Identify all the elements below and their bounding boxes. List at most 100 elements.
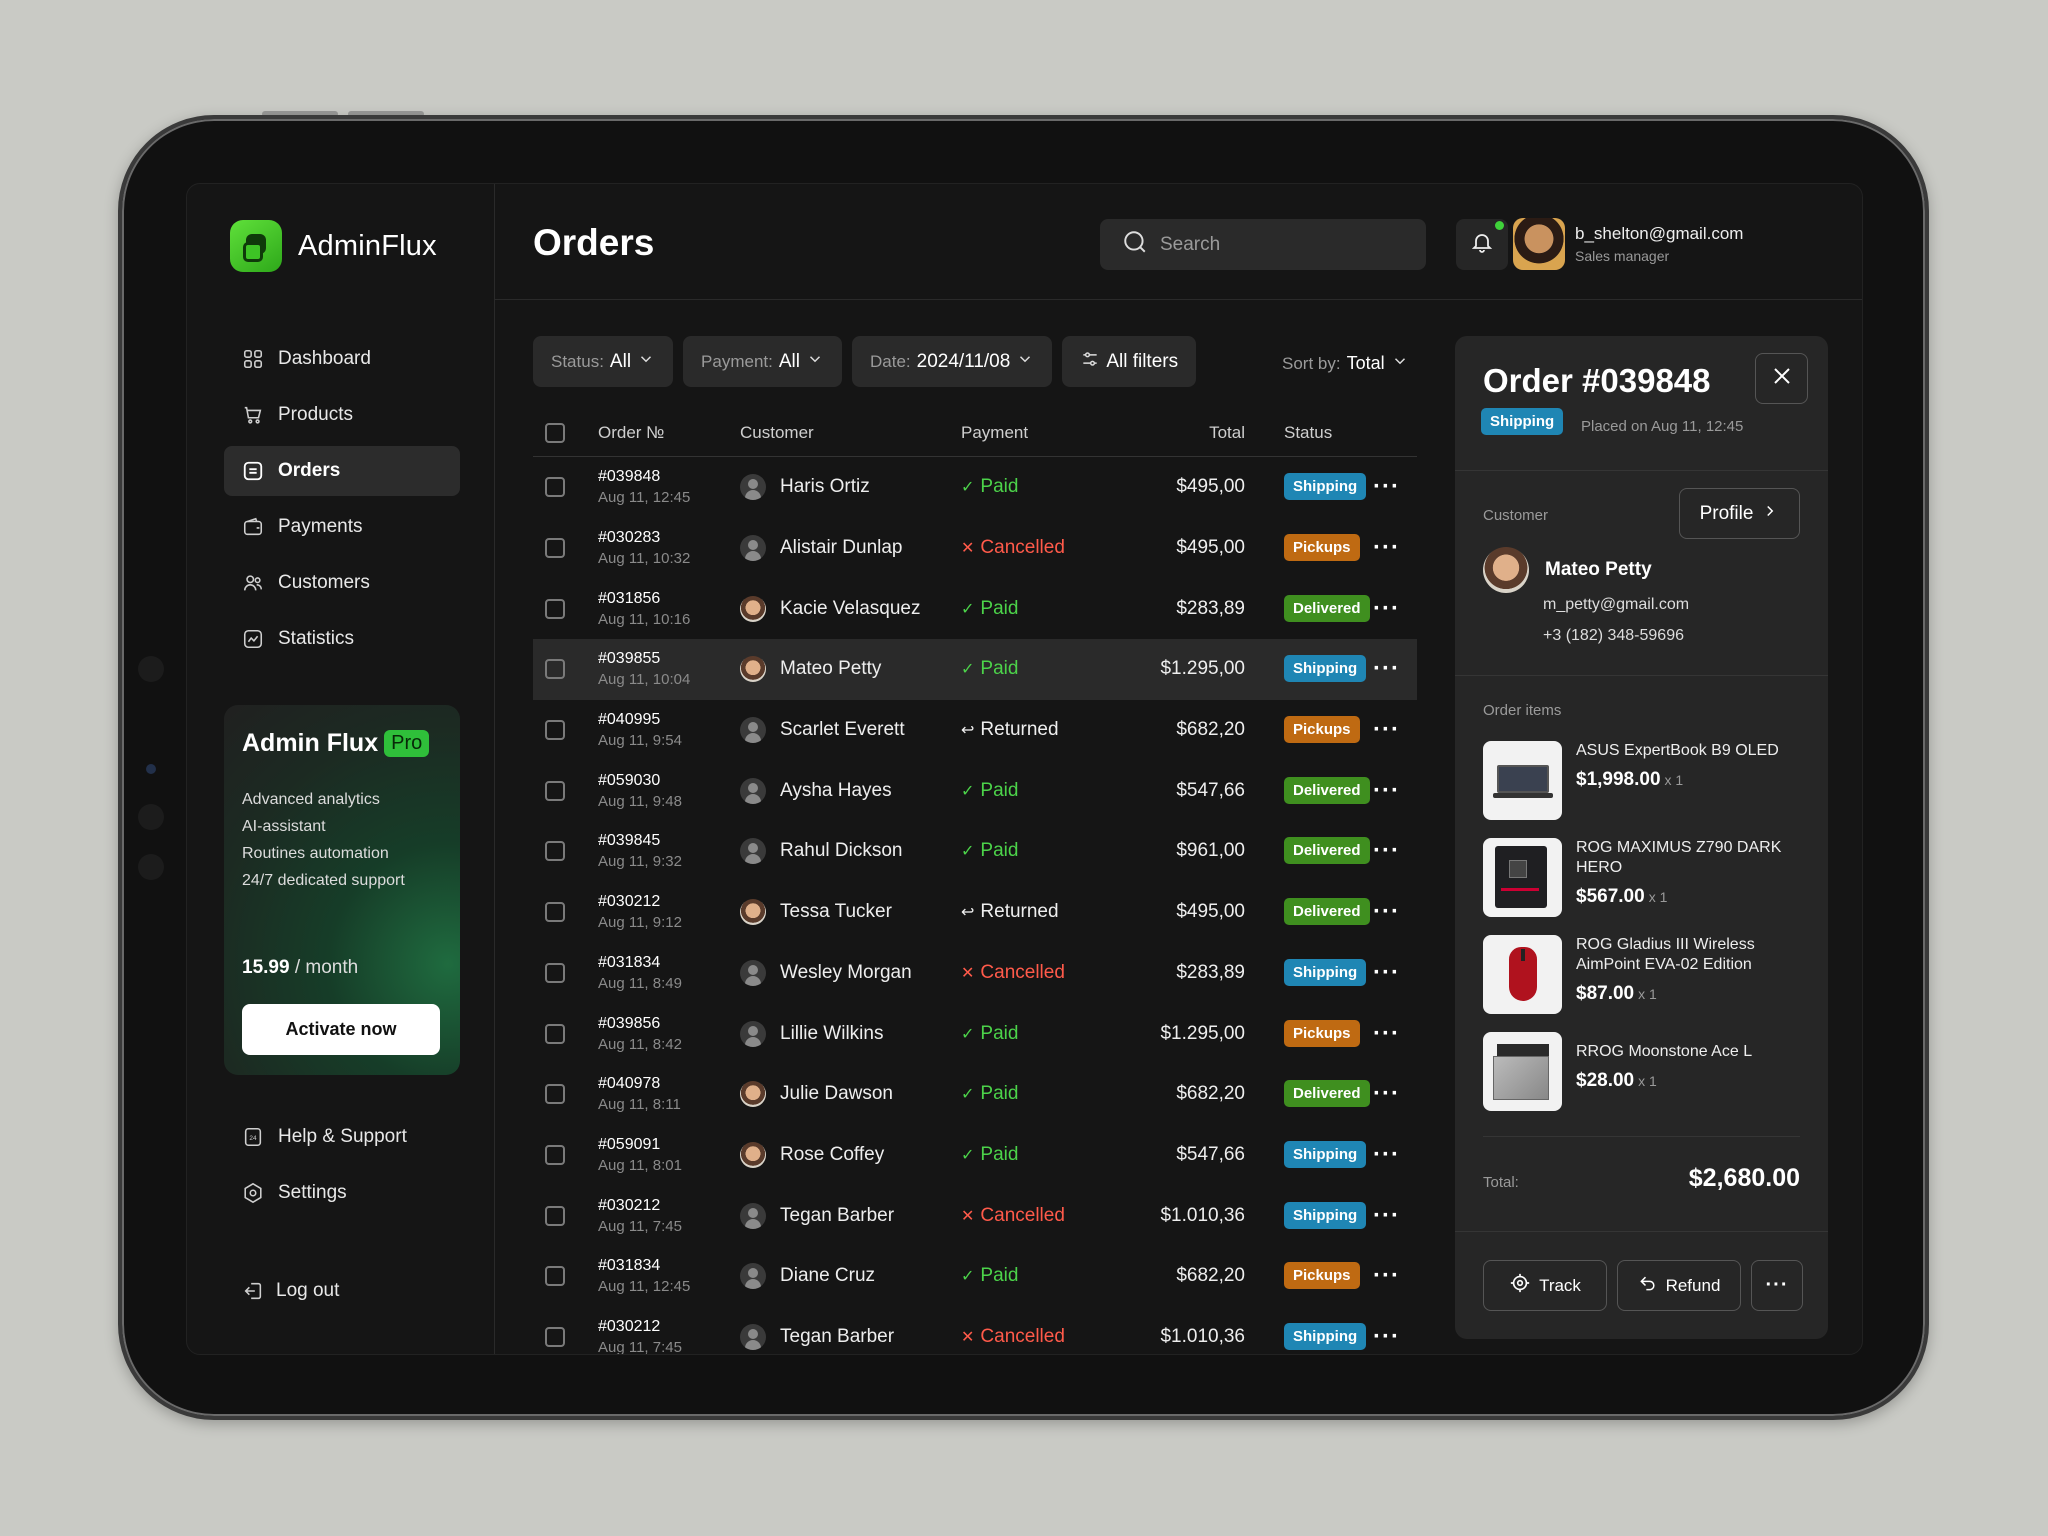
table-row[interactable]: #059091 Aug 11, 8:01 Rose Coffey ✓ Paid $547,… xyxy=(533,1125,1417,1186)
row-checkbox[interactable] xyxy=(545,659,565,680)
column-header-order[interactable]: Order № xyxy=(598,423,664,443)
column-header-total[interactable]: Total xyxy=(1073,423,1245,443)
row-checkbox[interactable] xyxy=(545,1266,565,1287)
table-row[interactable]: #031856 Aug 11, 10:16 Kacie Velasquez ✓ Paid… xyxy=(533,578,1417,639)
more-icon[interactable]: ··· xyxy=(1373,1323,1400,1351)
row-checkbox[interactable] xyxy=(545,1326,565,1347)
row-checkbox[interactable] xyxy=(545,598,565,619)
table-row[interactable]: #039855 Aug 11, 10:04 Mateo Petty ✓ Paid $1.2… xyxy=(533,639,1417,700)
payment-filter[interactable]: Payment: All xyxy=(683,336,842,387)
table-row[interactable]: #039848 Aug 11, 12:45 Haris Ortiz ✓ Paid $495… xyxy=(533,457,1417,518)
more-icon[interactable]: ··· xyxy=(1373,898,1400,926)
table-row[interactable]: #030212 Aug 11, 7:45 Tegan Barber ✕ Cancelle… xyxy=(533,1307,1417,1354)
avatar xyxy=(740,1020,766,1047)
table-row[interactable]: #031834 Aug 11, 12:45 Diane Cruz ✓ Paid $682,… xyxy=(533,1246,1417,1307)
more-icon[interactable]: ··· xyxy=(1373,837,1400,865)
order-item[interactable]: ROG Gladius III Wireless AimPoint EVA-02… xyxy=(1483,935,1796,1014)
filter-value: 2024/11/08 xyxy=(916,350,1011,372)
table-row[interactable]: #039856 Aug 11, 8:42 Lillie Wilkins ✓ Paid $1… xyxy=(533,1003,1417,1064)
more-icon[interactable]: ··· xyxy=(1373,1262,1400,1290)
order-cell: #040978 Aug 11, 8:11 xyxy=(598,1073,681,1115)
row-checkbox[interactable] xyxy=(545,1084,565,1105)
table-row[interactable]: #030212 Aug 11, 9:12 Tessa Tucker ↩ Returned… xyxy=(533,882,1417,943)
table-row[interactable]: #031834 Aug 11, 8:49 Wesley Morgan ✕ Cancell… xyxy=(533,943,1417,1004)
sidebar-item-customers[interactable]: Customers xyxy=(224,558,460,608)
row-checkbox[interactable] xyxy=(545,962,565,983)
table-row[interactable]: #040978 Aug 11, 8:11 Julie Dawson ✓ Paid $682… xyxy=(533,1064,1417,1125)
sidebar-item-settings[interactable]: Settings xyxy=(224,1168,460,1218)
customer-name: Alistair Dunlap xyxy=(780,537,903,559)
status-badge: Shipping xyxy=(1284,1322,1367,1350)
sidebar-item-payments[interactable]: Payments xyxy=(224,502,460,552)
more-icon[interactable]: ··· xyxy=(1373,777,1400,805)
status-cell: Pickups xyxy=(1284,716,1360,744)
more-actions-button[interactable]: ··· xyxy=(1751,1260,1803,1311)
row-checkbox[interactable] xyxy=(545,538,565,559)
row-checkbox[interactable] xyxy=(545,780,565,801)
date-filter[interactable]: Date: 2024/11/08 xyxy=(851,336,1053,387)
refund-button[interactable]: Refund xyxy=(1617,1260,1741,1311)
chart-icon xyxy=(242,628,264,650)
profile-button[interactable]: Profile xyxy=(1679,488,1800,539)
track-button[interactable]: Track xyxy=(1483,1260,1607,1311)
sidebar-item-statistics[interactable]: Statistics xyxy=(224,614,460,664)
tablet-sensor xyxy=(146,764,156,774)
sidebar-item-dashboard[interactable]: Dashboard xyxy=(224,334,460,384)
order-total: $682,20 xyxy=(1176,1265,1245,1287)
logout-button[interactable]: Log out xyxy=(242,1280,339,1302)
row-checkbox[interactable] xyxy=(545,1023,565,1044)
column-header-status[interactable]: Status xyxy=(1284,423,1332,443)
more-icon[interactable]: ··· xyxy=(1373,716,1400,744)
sidebar-item-orders[interactable]: Orders xyxy=(224,446,460,496)
check-icon: ✓ xyxy=(961,661,975,679)
more-icon[interactable]: ··· xyxy=(1373,595,1400,623)
table-row[interactable]: #040995 Aug 11, 9:54 Scarlet Everett ↩ Retur… xyxy=(533,700,1417,761)
row-checkbox[interactable] xyxy=(545,720,565,741)
customer-name: Lillie Wilkins xyxy=(780,1022,884,1044)
activate-now-button[interactable]: Activate now xyxy=(242,1004,440,1055)
order-item[interactable]: ROG MAXIMUS Z790 DARK HERO $567.00 x 1 xyxy=(1483,838,1796,917)
row-checkbox[interactable] xyxy=(545,477,565,498)
more-icon[interactable]: ··· xyxy=(1373,1080,1400,1108)
order-item[interactable]: RROG Moonstone Ace L $28.00 x 1 xyxy=(1483,1032,1796,1111)
customer-email[interactable]: m_petty@gmail.com xyxy=(1543,596,1689,614)
app-logo[interactable]: AdminFlux xyxy=(230,220,437,272)
more-icon[interactable]: ··· xyxy=(1373,959,1400,987)
table-row[interactable]: #039845 Aug 11, 9:32 Rahul Dickson ✓ Paid $96… xyxy=(533,821,1417,882)
bell-icon xyxy=(1470,230,1494,259)
search-input[interactable]: Search xyxy=(1100,219,1426,270)
sidebar-item-help[interactable]: 24 Help & Support xyxy=(224,1112,460,1162)
payment-status: Returned xyxy=(980,901,1059,923)
notifications-button[interactable] xyxy=(1456,219,1508,270)
table-row[interactable]: #059030 Aug 11, 9:48 Aysha Hayes ✓ Paid $547,… xyxy=(533,760,1417,821)
table-row[interactable]: #030283 Aug 11, 10:32 Alistair Dunlap ✕ Canc… xyxy=(533,518,1417,579)
status-filter[interactable]: Status: All xyxy=(533,336,674,387)
order-item[interactable]: ASUS ExpertBook B9 OLED $1,998.00 x 1 xyxy=(1483,741,1796,820)
x-icon: ✕ xyxy=(961,1207,975,1225)
close-button[interactable] xyxy=(1755,353,1808,404)
sidebar-item-products[interactable]: Products xyxy=(224,390,460,440)
avatar xyxy=(740,899,766,926)
filter-value: All xyxy=(609,350,632,372)
user-menu[interactable]: b_shelton@gmail.com Sales manager xyxy=(1513,218,1743,270)
row-checkbox[interactable] xyxy=(545,1144,565,1165)
more-icon[interactable]: ··· xyxy=(1373,534,1400,562)
column-header-customer[interactable]: Customer xyxy=(740,423,814,443)
row-checkbox[interactable] xyxy=(545,1205,565,1226)
more-icon[interactable]: ··· xyxy=(1373,1020,1400,1048)
more-icon[interactable]: ··· xyxy=(1373,1202,1400,1230)
more-icon[interactable]: ··· xyxy=(1373,1141,1400,1169)
more-icon[interactable]: ··· xyxy=(1373,473,1400,501)
all-filters-button[interactable]: All filters xyxy=(1062,336,1197,387)
sort-dropdown[interactable]: Sort by: Total xyxy=(1282,352,1409,375)
more-icon[interactable]: ··· xyxy=(1373,655,1400,683)
order-date: Aug 11, 10:16 xyxy=(598,610,691,628)
sidebar-item-label: Statistics xyxy=(278,628,355,649)
column-header-payment[interactable]: Payment xyxy=(961,423,1028,443)
filter-value: All xyxy=(778,350,800,372)
row-checkbox[interactable] xyxy=(545,902,565,923)
table-row[interactable]: #030212 Aug 11, 7:45 Tegan Barber ✕ Cancelle… xyxy=(533,1185,1417,1246)
customer-phone[interactable]: +3 (182) 348-59696 xyxy=(1543,627,1684,645)
select-all-checkbox[interactable] xyxy=(545,422,565,443)
row-checkbox[interactable] xyxy=(545,841,565,862)
